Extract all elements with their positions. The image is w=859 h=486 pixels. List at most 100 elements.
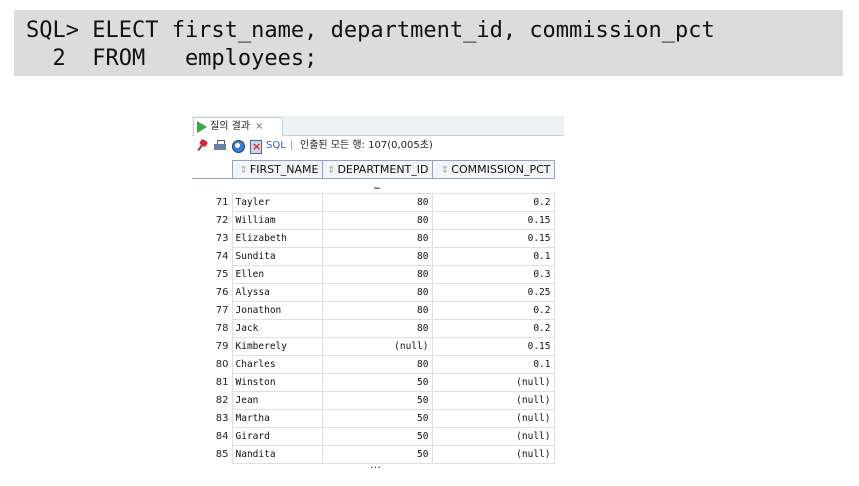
table-row[interactable]: 73 Elizabeth 80 0.15 <box>192 229 555 248</box>
cell-first-name[interactable]: Winston <box>231 373 323 392</box>
table-row[interactable]: 78 Jack 80 0.2 <box>192 319 555 338</box>
row-number[interactable]: 81 <box>192 374 232 392</box>
tab-query-result[interactable]: 질의 결과 × <box>193 117 283 136</box>
row-number[interactable]: 77 <box>192 302 232 320</box>
cell-department-id[interactable]: 50 <box>321 409 433 428</box>
cell-department-id[interactable]: 80 <box>321 229 433 248</box>
print-icon[interactable] <box>214 140 226 152</box>
cell-department-id[interactable]: (null) <box>321 337 433 356</box>
cell-commission-pct[interactable]: 0.2 <box>431 301 555 320</box>
row-number[interactable]: 79 <box>192 338 232 356</box>
cell-first-name[interactable]: Sundita <box>231 247 323 266</box>
table-row[interactable]: 79 Kimberely (null) 0.15 <box>192 337 555 356</box>
fetch-status: 인출된 모든 행: 107(0,005초) <box>300 140 433 151</box>
cell-first-name[interactable]: Jack <box>231 319 323 338</box>
cell-department-id[interactable]: 80 <box>321 247 433 266</box>
cell-first-name[interactable]: Charles <box>231 355 323 374</box>
cell-commission-pct[interactable]: 0.1 <box>431 247 555 266</box>
row-number[interactable]: 71 <box>192 194 232 212</box>
sql-line-1: SQL> ELECT first_name, department_id, co… <box>26 18 715 43</box>
result-grid: ⇕ FIRST_NAME ⇕ DEPARTMENT_ID ⇕ COMMISSION_P… <box>192 160 555 464</box>
refresh-icon[interactable] <box>232 140 245 153</box>
cell-department-id[interactable]: 80 <box>321 319 433 338</box>
cell-department-id[interactable]: 80 <box>321 283 433 302</box>
cell-first-name[interactable]: Elizabeth <box>231 229 323 248</box>
cell-commission-pct[interactable]: (null) <box>431 445 555 464</box>
table-row[interactable]: 81 Winston 50 (null) <box>192 373 555 392</box>
table-row[interactable]: 76 Alyssa 80 0.25 <box>192 283 555 302</box>
cell-department-id[interactable]: 50 <box>321 427 433 446</box>
cell-department-id[interactable]: 50 <box>321 391 433 410</box>
table-row[interactable]: 83 Martha 50 (null) <box>192 409 555 428</box>
cell-department-id[interactable]: 80 <box>321 211 433 230</box>
cell-commission-pct[interactable]: 0.2 <box>431 193 555 212</box>
cell-first-name[interactable]: Kimberely <box>231 337 323 356</box>
close-icon[interactable]: × <box>255 118 263 135</box>
cell-first-name[interactable]: Martha <box>231 409 323 428</box>
cell-department-id[interactable]: 80 <box>321 265 433 284</box>
cancel-sql-icon[interactable]: × <box>249 140 262 154</box>
cell-commission-pct[interactable]: (null) <box>431 427 555 446</box>
row-number[interactable]: 84 <box>192 428 232 446</box>
row-number[interactable]: 82 <box>192 392 232 410</box>
row-number[interactable]: 80 <box>192 356 232 374</box>
top-ellipsis: … <box>374 180 380 192</box>
cell-first-name[interactable]: Tayler <box>231 193 323 212</box>
cell-commission-pct[interactable]: (null) <box>431 391 555 410</box>
bottom-ellipsis: … <box>370 458 381 471</box>
toolbar-separator: | <box>290 140 294 151</box>
table-row[interactable]: 84 Girard 50 (null) <box>192 427 555 446</box>
cell-first-name[interactable]: Nandita <box>231 445 323 464</box>
cell-commission-pct[interactable]: 0.15 <box>431 229 555 248</box>
row-number[interactable]: 73 <box>192 230 232 248</box>
cell-first-name[interactable]: Jean <box>231 391 323 410</box>
rownum-header <box>192 160 233 179</box>
cell-first-name[interactable]: Ellen <box>231 265 323 284</box>
query-result-panel: 질의 결과 × × SQL | 인출된 모든 행: 107(0,005초) ⇕ F… <box>192 116 564 478</box>
row-number[interactable]: 78 <box>192 320 232 338</box>
column-header-department-id[interactable]: ⇕ DEPARTMENT_ID <box>321 160 433 179</box>
row-number[interactable]: 76 <box>192 284 232 302</box>
cell-first-name[interactable]: Jonathon <box>231 301 323 320</box>
cell-department-id[interactable]: 50 <box>321 373 433 392</box>
cell-commission-pct[interactable]: 0.1 <box>431 355 555 374</box>
cell-first-name[interactable]: Girard <box>231 427 323 446</box>
row-number[interactable]: 75 <box>192 266 232 284</box>
column-header-commission-pct[interactable]: ⇕ COMMISSION_PCT <box>431 160 555 179</box>
table-row[interactable]: 71 Tayler 80 0.2 <box>192 193 555 212</box>
sort-icon: ⇕ <box>327 165 336 176</box>
cell-commission-pct[interactable]: 0.2 <box>431 319 555 338</box>
sort-icon: ⇕ <box>239 165 248 176</box>
cell-commission-pct[interactable]: (null) <box>431 373 555 392</box>
sql-line-2: 2 FROM employees; <box>26 46 318 71</box>
sort-icon: ⇕ <box>440 165 450 176</box>
cell-department-id[interactable]: 80 <box>321 355 433 374</box>
cell-first-name[interactable]: Alyssa <box>231 283 323 302</box>
cell-commission-pct[interactable]: 0.15 <box>431 211 555 230</box>
cell-commission-pct[interactable]: (null) <box>431 409 555 428</box>
table-row[interactable]: 77 Jonathon 80 0.2 <box>192 301 555 320</box>
table-row[interactable]: 75 Ellen 80 0.3 <box>192 265 555 284</box>
pin-icon[interactable] <box>197 138 209 152</box>
cell-first-name[interactable]: William <box>231 211 323 230</box>
table-row[interactable]: 74 Sundita 80 0.1 <box>192 247 555 266</box>
ellipsis-row: … <box>192 179 554 194</box>
row-number[interactable]: 85 <box>192 446 232 464</box>
header-row: ⇕ FIRST_NAME ⇕ DEPARTMENT_ID ⇕ COMMISSION_P… <box>192 160 555 179</box>
cell-commission-pct[interactable]: 0.15 <box>431 337 555 356</box>
play-icon <box>197 121 207 133</box>
cell-commission-pct[interactable]: 0.25 <box>431 283 555 302</box>
sql-link[interactable]: SQL <box>266 137 286 155</box>
table-row[interactable]: 80 Charles 80 0.1 <box>192 355 555 374</box>
column-header-first-name[interactable]: ⇕ FIRST_NAME <box>231 160 323 179</box>
row-number[interactable]: 83 <box>192 410 232 428</box>
tab-label: 질의 결과 <box>210 121 250 132</box>
tab-bar: 질의 결과 × <box>192 116 564 136</box>
table-row[interactable]: 82 Jean 50 (null) <box>192 391 555 410</box>
row-number[interactable]: 72 <box>192 212 232 230</box>
cell-department-id[interactable]: 80 <box>321 301 433 320</box>
cell-department-id[interactable]: 80 <box>321 193 433 212</box>
cell-commission-pct[interactable]: 0.3 <box>431 265 555 284</box>
row-number[interactable]: 74 <box>192 248 232 266</box>
table-row[interactable]: 72 William 80 0.15 <box>192 211 555 230</box>
